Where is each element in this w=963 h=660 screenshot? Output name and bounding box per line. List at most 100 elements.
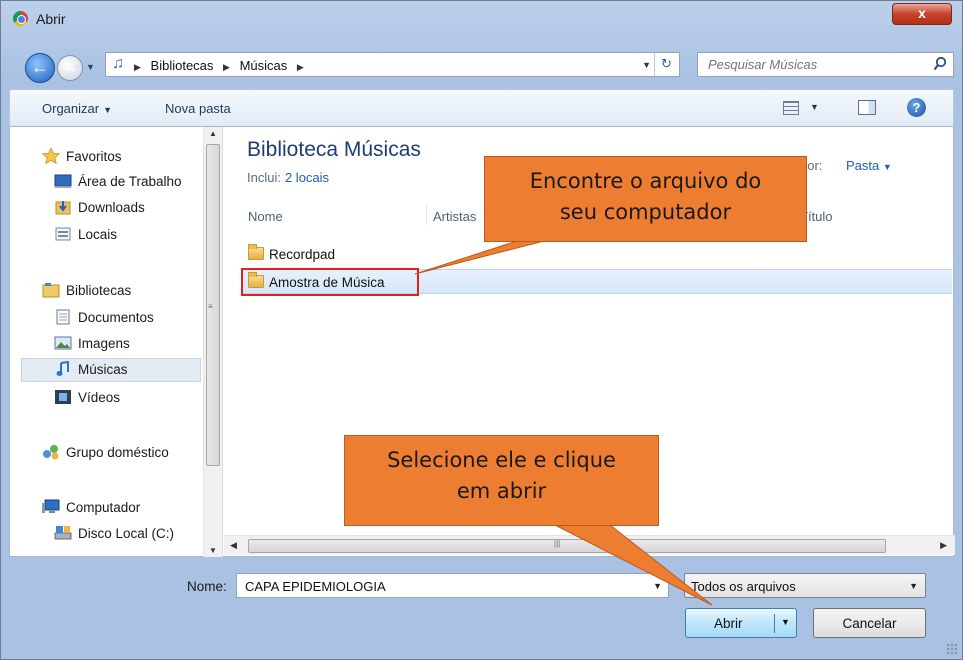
file-type-value: Todos os arquivos	[691, 579, 796, 594]
forward-button[interactable]: →	[57, 55, 83, 81]
chrome-icon	[13, 11, 28, 26]
select-callout-line-2: em abrir	[456, 479, 547, 503]
breadcrumb-arrow-icon[interactable]: ▶	[134, 62, 141, 72]
nav-item-area-de-trabalho[interactable]: Área de Trabalho	[54, 171, 204, 195]
open-button[interactable]: Abrir ▼	[685, 608, 797, 638]
title-bar: Abrir x	[1, 1, 962, 35]
column-separator[interactable]	[426, 205, 427, 225]
window-title: Abrir	[36, 11, 66, 27]
open-dropdown-icon[interactable]: ▼	[781, 617, 790, 627]
folder-icon	[248, 244, 264, 260]
open-label: Abrir	[714, 616, 743, 631]
scroll-left-icon[interactable]: ◀	[230, 540, 237, 551]
nav-label: Locais	[78, 227, 118, 242]
help-icon[interactable]: ?	[907, 98, 926, 117]
library-icon	[42, 283, 60, 298]
selection-highlight-box	[241, 268, 419, 296]
organize-menu[interactable]: Organizar ▼	[42, 101, 112, 116]
close-button[interactable]: x	[892, 3, 952, 25]
scroll-right-icon[interactable]: ▶	[940, 540, 947, 551]
filename-label: Nome:	[187, 579, 227, 594]
breadcrumb-bibliotecas[interactable]: Bibliotecas	[151, 58, 214, 73]
filename-value[interactable]: CAPA EPIDEMIOLOGIA	[245, 579, 386, 594]
nav-label: Área de Trabalho	[78, 174, 182, 189]
include-label: Inclui:	[247, 170, 281, 185]
address-row: ← → ▼ ♫ ▶ Bibliotecas ▶ Músicas ▶ ▼ ↻	[9, 44, 954, 83]
organize-label: Organizar	[42, 101, 100, 116]
nav-item-disco-local[interactable]: Disco Local (C:)	[54, 523, 204, 547]
scroll-down-icon[interactable]: ▼	[209, 546, 217, 555]
video-icon	[55, 390, 71, 404]
nav-item-videos[interactable]: Vídeos	[54, 387, 204, 411]
nav-item-computador[interactable]: Computador	[42, 497, 202, 521]
arrange-by-dropdown[interactable]: Pasta ▼	[846, 158, 892, 173]
search-icon[interactable]	[933, 56, 947, 72]
nav-item-musicas[interactable]: Músicas	[21, 358, 201, 382]
resize-grip-icon[interactable]	[946, 643, 958, 655]
nav-label: Vídeos	[78, 390, 121, 405]
view-options-icon[interactable]	[783, 101, 799, 115]
address-bar[interactable]: ♫ ▶ Bibliotecas ▶ Músicas ▶ ▼ ↻	[105, 52, 680, 77]
scroll-grip-icon: ≡	[208, 302, 213, 311]
library-include: Inclui: 2 locais	[247, 170, 329, 185]
places-icon	[55, 227, 71, 241]
nav-label: Bibliotecas	[66, 283, 132, 298]
document-icon	[56, 309, 70, 325]
filename-combobox[interactable]: CAPA EPIDEMIOLOGIA ▼	[236, 573, 669, 598]
cancel-button[interactable]: Cancelar	[813, 608, 926, 638]
horizontal-scrollbar[interactable]: ◀ ||| ▶	[224, 535, 955, 555]
nav-item-favoritos[interactable]: Favoritos	[42, 146, 202, 170]
filename-dropdown-icon[interactable]: ▼	[653, 581, 662, 591]
select-callout-line-1: Selecione ele e clique	[387, 448, 616, 472]
breadcrumb: ▶ Bibliotecas ▶ Músicas ▶	[134, 58, 310, 73]
find-callout-line-2: seu computador	[559, 200, 732, 224]
nav-label: Grupo doméstico	[66, 445, 169, 460]
nav-item-documentos[interactable]: Documentos	[54, 307, 204, 331]
view-dropdown-icon[interactable]: ▼	[810, 102, 819, 112]
desktop-icon	[54, 174, 72, 188]
cancel-label: Cancelar	[842, 616, 897, 631]
horizontal-scroll-thumb[interactable]	[248, 539, 886, 553]
column-header-nome[interactable]: Nome	[248, 209, 283, 224]
breadcrumb-arrow-icon[interactable]: ▶	[223, 62, 230, 72]
file-row-recordpad[interactable]: Recordpad	[242, 242, 952, 267]
command-toolbar: Organizar ▼ Nova pasta ▼ ?	[9, 89, 954, 127]
search-input[interactable]	[708, 57, 908, 72]
library-title: Biblioteca Músicas	[247, 138, 421, 161]
breadcrumb-arrow-icon[interactable]: ▶	[297, 62, 304, 72]
back-button[interactable]: ←	[25, 53, 55, 83]
open-split-divider	[774, 614, 775, 633]
nav-item-downloads[interactable]: Downloads	[54, 197, 204, 221]
computer-icon	[42, 499, 60, 513]
refresh-button[interactable]: ↻	[654, 53, 678, 76]
new-folder-button[interactable]: Nova pasta	[165, 101, 231, 116]
nav-item-imagens[interactable]: Imagens	[54, 333, 204, 357]
column-header-artistas[interactable]: Artistas	[433, 209, 476, 224]
nav-label: Favoritos	[66, 149, 122, 164]
find-file-callout: Encontre o arquivo do seu computador	[484, 156, 807, 242]
scroll-grip-icon: |||	[554, 539, 561, 548]
image-icon	[54, 336, 72, 350]
file-type-dropdown-icon: ▼	[909, 581, 918, 591]
nav-item-grupo-domestico[interactable]: Grupo doméstico	[42, 442, 202, 466]
preview-pane-icon[interactable]	[858, 100, 876, 115]
nav-item-bibliotecas[interactable]: Bibliotecas	[42, 280, 202, 304]
downloads-icon	[55, 201, 71, 215]
arrange-value: Pasta	[846, 158, 880, 173]
nav-item-locais[interactable]: Locais	[54, 224, 204, 248]
music-icon	[56, 361, 69, 376]
scroll-up-icon[interactable]: ▲	[209, 129, 217, 138]
nav-label: Músicas	[78, 362, 128, 377]
select-open-callout: Selecione ele e clique em abrir	[344, 435, 659, 526]
search-box[interactable]	[697, 52, 954, 77]
navigation-pane: Favoritos Área de Trabalho Downloads Loc…	[10, 127, 223, 557]
nav-scrollbar[interactable]: ▲ ≡ ▼	[203, 127, 222, 557]
star-icon	[42, 148, 60, 164]
file-type-select[interactable]: Todos os arquivos ▼	[684, 573, 926, 598]
recent-locations-dropdown[interactable]: ▼	[86, 62, 95, 72]
include-locations-link[interactable]: 2 locais	[285, 170, 329, 185]
breadcrumb-musicas[interactable]: Músicas	[240, 58, 288, 73]
file-name: Recordpad	[269, 247, 336, 262]
address-dropdown-icon[interactable]: ▼	[642, 60, 651, 70]
open-file-dialog: Abrir x ← → ▼ ♫ ▶ Bibliotecas ▶ Músicas …	[0, 0, 963, 660]
